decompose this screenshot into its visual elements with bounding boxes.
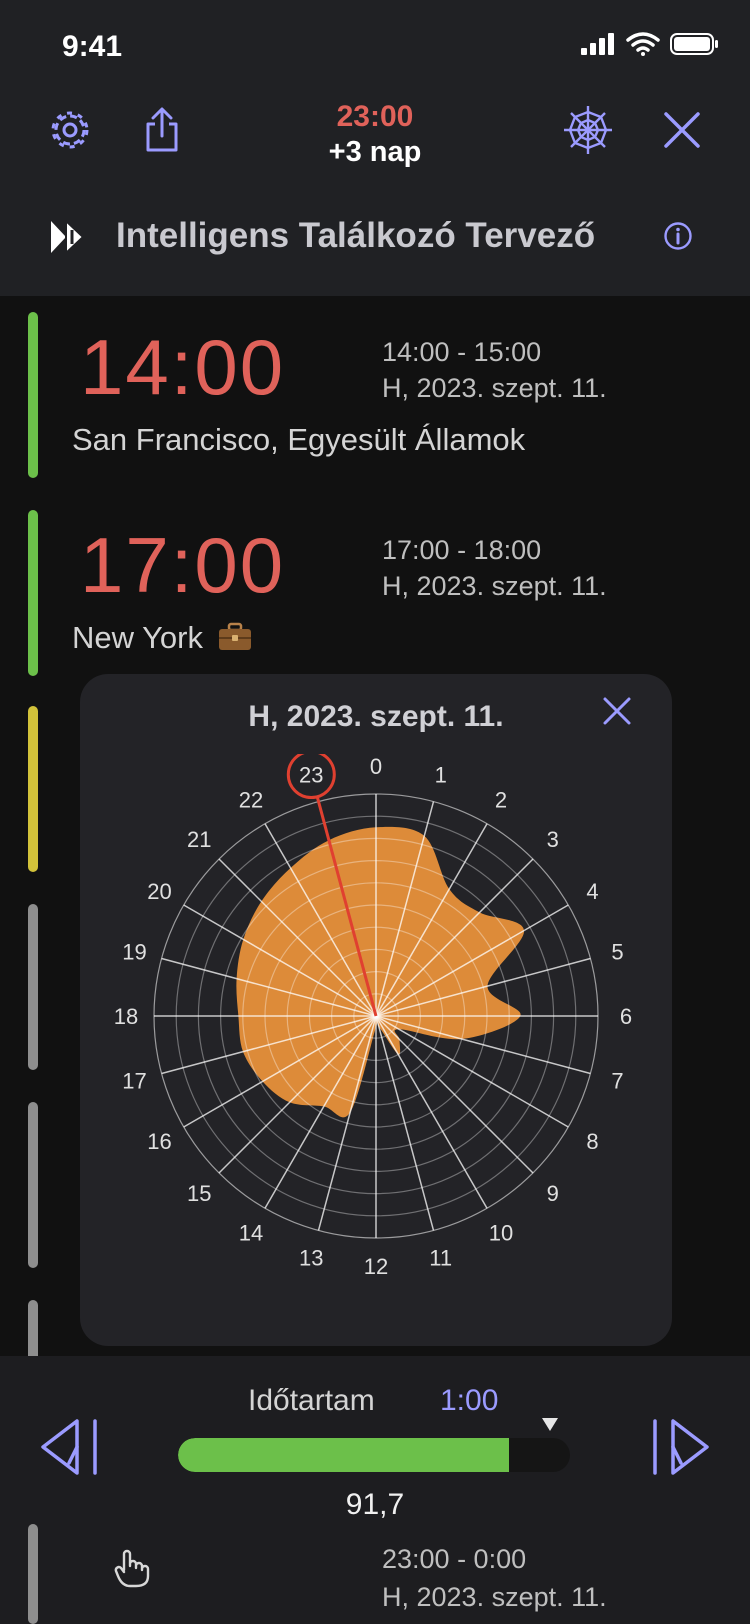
row-time-range: 17:00 - 18:00 [382,535,542,565]
close-icon [664,112,700,148]
radar-hour-label: 9 [547,1181,559,1206]
row-city: New York [72,620,252,656]
header-day-offset: +3 nap [328,136,422,168]
availability-bar [28,510,38,676]
radar-spoke [375,1015,488,1209]
info-icon [664,222,692,250]
header: 23:00 +3 nap Intelligens Találkozó Terve… [0,90,750,296]
radar-hour-label: 4 [586,879,598,904]
fast-forward-icon [653,1419,709,1475]
rewind-icon [41,1419,97,1475]
radar-hour-label: 13 [299,1246,323,1271]
row-range: 14:00 - 15:00 H, 2023. szept. 11. [382,334,607,406]
radar-hour-label: 10 [489,1221,513,1246]
row-time: 17:00 [80,521,286,609]
day-chart-popup[interactable]: H, 2023. szept. 11. 0 1 2 3 4 5 6 7 8 9 10 11 12 13 14… [80,674,672,1346]
peek-date: H, 2023. szept. 11. [382,1582,607,1612]
header-time: 23:00 [336,100,414,133]
close-icon [603,697,631,725]
header-clock: 23:00 +3 nap [0,100,750,169]
radar-hour-label: 21 [187,827,211,852]
status-bar: 9:41 [0,0,750,90]
next-button[interactable] [646,1412,716,1482]
peek-range: 23:00 - 0:00 [382,1544,527,1574]
app-logo-icon [51,218,85,256]
radar-hour-label: 20 [147,879,171,904]
radar-hour-label: 7 [611,1069,623,1094]
web-button[interactable] [558,100,618,160]
availability-bar [28,1102,38,1268]
duration-value[interactable]: 1:00 [440,1384,498,1418]
radar-hour-label: 3 [547,827,559,852]
score-marker [542,1418,558,1431]
peek-bar [28,1524,38,1624]
row-city: San Francisco, Egyesült Államok [72,422,526,457]
radar-hour-label: 6 [620,1004,632,1029]
radar-hour-label: 22 [239,788,263,813]
timezone-row[interactable]: 14:00 14:00 - 15:00 H, 2023. szept. 11. … [0,296,750,478]
availability-bar [28,1300,38,1356]
radar-hour-label: 11 [429,1246,452,1271]
row-time: 14:00 [80,323,286,411]
row-range: 17:00 - 18:00 H, 2023. szept. 11. [382,532,607,604]
popup-title: H, 2023. szept. 11. [248,700,504,733]
signal-icon [581,33,614,55]
score-bar-fill [178,1438,509,1472]
radar-hour-label: 5 [611,939,623,964]
radar-hour-label: 15 [187,1181,211,1206]
row-time-range: 14:00 - 15:00 [382,337,542,367]
close-button[interactable] [652,100,712,160]
info-button[interactable] [648,206,708,266]
radar-hour-label: 2 [495,788,507,813]
radar-chart[interactable]: 0 1234567891011121314151617181920212223 [80,754,672,1344]
row-date: H, 2023. szept. 11. [382,373,607,403]
radar-hour-label: 1 [435,763,447,788]
radar-hour-label: 19 [122,939,146,964]
radar-hour-label: 8 [586,1129,598,1154]
radar-hour-label: 18 [114,1004,138,1029]
status-time: 9:41 [62,30,123,63]
availability-bar [28,706,38,872]
radar-spoke [375,1015,435,1231]
radar-hour-label: 17 [122,1069,146,1094]
radar-hour-label: 0 [370,754,382,779]
battery-icon [670,33,718,55]
popup-close-button[interactable] [592,686,642,736]
row-date: H, 2023. szept. 11. [382,571,607,601]
radar-hour-label: 12 [364,1254,388,1279]
availability-bar [28,904,38,1070]
bottom-panel: Időtartam 1:00 91,7 23:00 - 0:00 H, 2023… [0,1356,750,1624]
score-value: 91,7 [345,1488,405,1521]
score-bar [178,1438,570,1472]
row-city-name: New York [72,620,203,655]
timezone-row[interactable]: 17:00 17:00 - 18:00 H, 2023. szept. 11. … [0,494,750,676]
radar-hour-label: 23 [299,763,323,788]
hand-pointer-icon [114,1549,150,1588]
duration-label: Időtartam [248,1384,375,1417]
previous-button[interactable] [34,1412,104,1482]
briefcase-icon [218,622,251,650]
spider-web-icon [564,106,612,154]
availability-bar [28,312,38,478]
radar-hour-label: 14 [239,1221,263,1246]
radar-hour-label: 16 [147,1129,171,1154]
status-icons [580,32,720,56]
wifi-icon [626,32,660,56]
app-title: Intelligens Találkozó Tervező [116,216,596,255]
